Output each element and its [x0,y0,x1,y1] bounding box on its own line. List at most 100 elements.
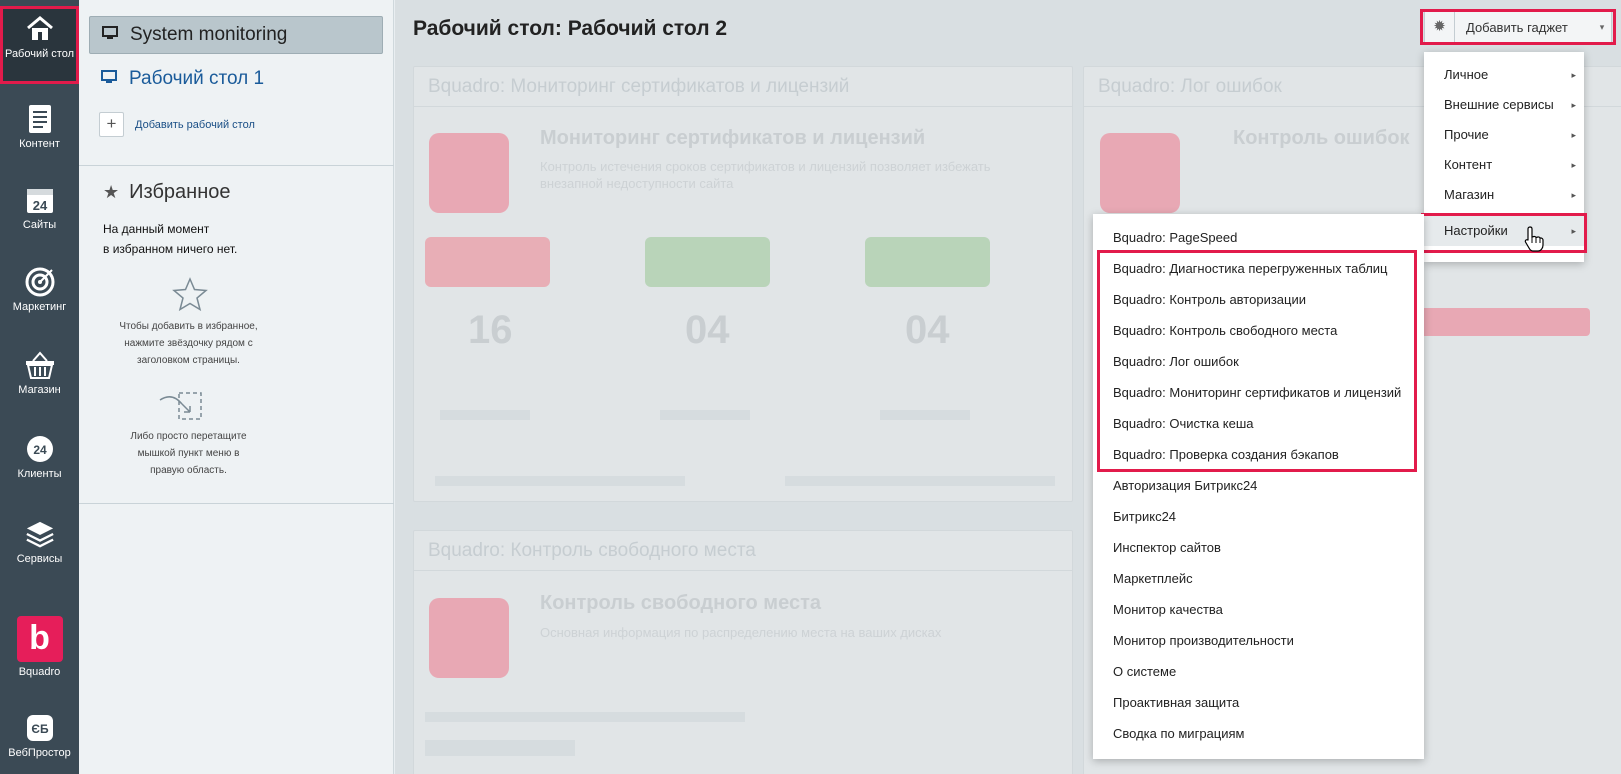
menu-item-gadget[interactable]: Авторизация Битрикс24 [1093,470,1424,501]
monitor-icon [102,24,118,46]
menu-item-external-services[interactable]: Внешние сервисы ▸ [1424,90,1584,120]
star-outline-icon [172,277,208,316]
menu-item-gadget[interactable]: Битрикс24 [1093,501,1424,532]
nav-item-services[interactable]: Сервисы [0,519,79,566]
nav-item-sites[interactable]: 24 Сайты [0,185,79,232]
menu-item-gadget[interactable]: Bquadro: PageSpeed [1093,222,1424,253]
calendar-24-icon: 24 [25,185,55,215]
gadget-description: Контроль истечения сроков сертификатов и… [540,159,991,191]
menu-item-label: Прочие [1444,127,1489,142]
menu-item-gadget[interactable]: Монитор производительности [1093,625,1424,656]
desktops-panel: System monitoring Рабочий стол 1 + Добав… [79,0,394,774]
hint-line: Чтобы добавить в избранное, [119,321,258,332]
clients-24-icon: 24 [25,434,55,464]
page-title: Рабочий стол: Рабочий стол 2 [413,17,728,40]
menu-item-gadget[interactable]: О системе [1093,656,1424,687]
menu-item-personal[interactable]: Личное ▸ [1424,60,1584,90]
placeholder-line [785,476,1055,486]
hint-line: заголовком страницы. [137,355,240,366]
menu-item-content[interactable]: Контент ▸ [1424,150,1584,180]
nav-label: Маркетинг [12,301,67,313]
menu-item-shop[interactable]: Магазин ▸ [1424,180,1584,210]
gadget-disk-space[interactable]: Bquadro: Контроль свободного места [413,530,1073,774]
drag-drop-icon [158,390,204,429]
divider [79,503,394,504]
menu-item-other[interactable]: Прочие ▸ [1424,120,1584,150]
cert-days-value: 16 [468,308,513,352]
document-icon [25,104,55,134]
hint-line: правую область. [150,465,227,476]
gadget-title: Мониторинг сертификатов и лицензий [540,127,926,149]
desktop-item-active[interactable]: System monitoring [89,16,383,54]
chevron-right-icon: ▸ [1571,160,1576,170]
nav-item-desktop[interactable]: Рабочий стол [0,6,79,84]
hand-cursor-icon [1524,226,1544,252]
add-desktop-button[interactable]: + Добавить рабочий стол [99,112,255,137]
svg-text:24: 24 [32,198,47,213]
nav-label: ВебПростор [8,747,71,759]
divider [79,165,394,166]
main-navigation: Рабочий стол Контент 24 Сайты Маркетинг … [0,0,79,774]
cert-days-value: 04 [685,308,730,352]
nav-item-clients[interactable]: 24 Клиенты [0,434,79,481]
favorites-hint-star: Чтобы добавить в избранное, нажмите звёз… [81,318,296,369]
desktop-item-link[interactable]: Рабочий стол 1 [101,68,264,90]
menu-item-gadget[interactable]: Сводка по миграциям [1093,718,1424,749]
cert-days-value: 04 [905,308,950,352]
home-icon [25,14,55,44]
placeholder-line [435,476,685,486]
gadget-title: Контроль свободного места [540,592,821,614]
placeholder-button [1420,308,1495,336]
chevron-right-icon: ▸ [1571,100,1576,110]
hint-line: мышкой пункт меню в [137,448,240,459]
nav-label: Bquadro [18,666,61,678]
gadget-logo [1100,133,1180,213]
cert-card-header [645,237,770,287]
placeholder-line [425,740,575,756]
svg-text:24: 24 [33,443,47,457]
menu-item-gadget[interactable]: Маркетплейс [1093,563,1424,594]
nav-label: Клиенты [17,468,62,480]
desktop-item-label: System monitoring [130,24,288,45]
highlight-frame [1421,213,1587,253]
highlight-frame [1420,9,1616,45]
placeholder-line [440,410,530,420]
nav-label: Магазин [18,384,61,396]
gadget-description: Основная информация по распределению мес… [540,625,942,640]
chevron-right-icon: ▸ [1571,130,1576,140]
menu-item-gadget[interactable]: Проактивная защита [1093,687,1424,718]
bquadro-logo: b [16,616,63,662]
placeholder-line [425,712,745,722]
cert-card-header [425,237,550,287]
gadget-logo [429,598,509,678]
nav-item-shop[interactable]: Магазин [0,350,79,397]
favorites-empty-line: На данный момент [103,222,210,236]
nav-item-marketing[interactable]: Маркетинг [0,267,79,314]
webprostor-icon: ЄБ [25,713,55,743]
menu-item-gadget[interactable]: Монитор качества [1093,594,1424,625]
star-icon: ★ [103,182,120,202]
placeholder-button [1487,308,1590,336]
desktop-item-label: Рабочий стол 1 [129,68,265,89]
target-icon [25,267,55,297]
nav-item-bquadro[interactable]: b Bquadro [0,616,79,679]
chevron-right-icon: ▸ [1571,190,1576,200]
gadget-title: Контроль ошибок [1233,127,1410,149]
chevron-right-icon: ▸ [1571,70,1576,80]
nav-label: Сервисы [16,553,63,565]
menu-item-gadget[interactable]: Инспектор сайтов [1093,532,1424,563]
gadget-header: Bquadro: Мониторинг сертификатов и лицен… [414,67,1072,107]
menu-item-label: Магазин [1444,187,1495,202]
hint-line: нажмите звёздочку рядом с [124,338,253,349]
plus-icon: + [99,112,124,137]
menu-item-label: Контент [1444,157,1493,172]
nav-item-content[interactable]: Контент [0,104,79,151]
layers-icon [25,519,55,549]
favorites-empty-line: в избранном ничего нет. [103,242,238,256]
nav-item-webprostor[interactable]: ЄБ ВебПростор [0,713,79,760]
hint-line: Либо просто перетащите [130,431,247,442]
nav-label: Рабочий стол [4,48,75,60]
nav-label: Контент [19,138,60,150]
add-desktop-label: Добавить рабочий стол [135,118,255,131]
cert-card-header [865,237,990,287]
